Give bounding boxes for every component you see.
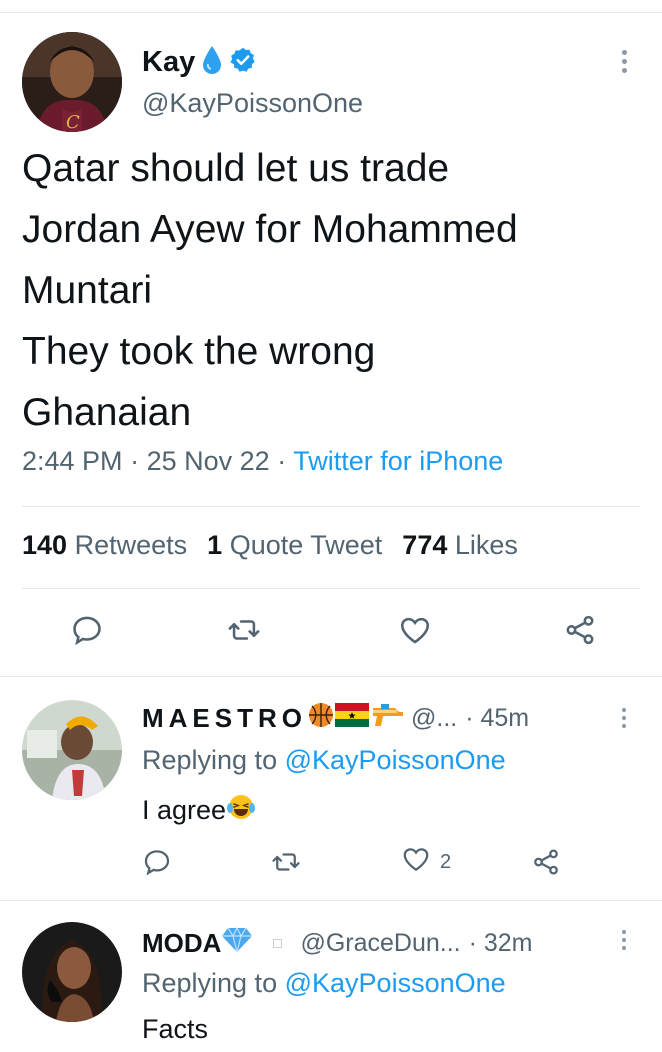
retweets-label: Retweets <box>74 530 188 560</box>
share-icon[interactable] <box>530 842 562 882</box>
meta-separator: · <box>277 446 294 476</box>
reply-header: MODA @GraceDun... · 32m <box>142 925 533 961</box>
author-name-row: Kay <box>142 42 257 82</box>
divider <box>22 588 640 589</box>
retweet-icon[interactable] <box>222 608 266 652</box>
separator <box>0 676 662 677</box>
share-icon[interactable] <box>558 608 602 652</box>
reply-header: MAESTRO @... · 45m <box>142 700 529 736</box>
reply-display-name[interactable]: MAESTRO <box>142 703 307 734</box>
water-pistol-emoji <box>371 702 405 735</box>
reply-avatar[interactable] <box>22 922 122 1022</box>
like-count: 2 <box>440 850 452 873</box>
tweet-text-line: Muntari <box>22 269 153 312</box>
tweet-date[interactable]: 25 Nov 22 <box>147 446 270 476</box>
like-icon[interactable] <box>393 608 437 652</box>
reply-handle[interactable]: @... <box>411 704 457 733</box>
tweet-actions <box>0 608 662 658</box>
divider <box>22 506 640 507</box>
replying-to-label: Replying to <box>142 745 278 775</box>
reply-text-content: Facts <box>142 1014 209 1044</box>
replying-to-mention[interactable]: @KayPoissonOne <box>285 968 506 998</box>
like-icon <box>400 844 432 880</box>
reply-actions: 2 <box>0 842 662 882</box>
reply-text-content: I agree <box>142 795 227 825</box>
basketball-emoji <box>307 701 335 736</box>
like-button[interactable]: 2 <box>400 842 451 882</box>
retweet-icon[interactable] <box>270 842 302 882</box>
likes-label: Likes <box>454 530 518 560</box>
placeholder-square-icon <box>273 938 283 948</box>
reply-handle[interactable]: @GraceDun... <box>300 929 460 958</box>
likes-stat[interactable]: 774 Likes <box>402 530 518 561</box>
replying-to: Replying to @KayPoissonOne <box>142 745 506 776</box>
meta-separator: · <box>130 446 147 476</box>
laughing-tears-emoji <box>226 792 256 829</box>
replying-to-label: Replying to <box>142 968 278 998</box>
tweet-meta: 2:44 PM · 25 Nov 22 · Twitter for iPhone <box>22 446 503 477</box>
verified-badge-icon <box>229 46 257 79</box>
likes-count: 774 <box>402 530 448 560</box>
more-icon[interactable] <box>622 930 626 950</box>
reply-avatar[interactable] <box>22 700 122 800</box>
tweet-text-line: Ghanaian <box>22 391 192 434</box>
quotes-label: Quote Tweet <box>229 530 383 560</box>
quotes-stat[interactable]: 1 Quote Tweet <box>207 530 382 561</box>
reply-text: Facts <box>142 1014 208 1045</box>
svg-text:C: C <box>66 112 80 132</box>
tweet-text-line: Qatar should let us trade <box>22 147 450 190</box>
replying-to: Replying to @KayPoissonOne <box>142 968 506 999</box>
quotes-count: 1 <box>207 530 223 560</box>
separator <box>0 900 662 901</box>
reply-icon[interactable] <box>65 608 109 652</box>
tweet-text-line: They took the wrong <box>22 330 376 373</box>
droplet-emoji <box>201 45 223 80</box>
reply-time[interactable]: · 45m <box>465 704 529 733</box>
author-handle[interactable]: @KayPoissonOne <box>142 88 363 119</box>
tweet-stats: 140 Retweets 1 Quote Tweet 774 Likes <box>22 530 538 561</box>
ghana-flag-emoji <box>335 702 369 734</box>
retweets-count: 140 <box>22 530 68 560</box>
reply-text: I agree <box>142 792 256 829</box>
gem-emoji <box>221 926 253 961</box>
replying-to-mention[interactable]: @KayPoissonOne <box>285 745 506 775</box>
more-icon[interactable] <box>622 708 626 728</box>
tweet-text: Qatar should let us trade Jordan Ayew fo… <box>22 138 652 443</box>
tweet-text-line: Jordan Ayew for Mohammed <box>22 208 518 251</box>
tweet-source[interactable]: Twitter for iPhone <box>293 446 503 476</box>
reply-display-name[interactable]: MODA <box>142 928 221 959</box>
tweet-time[interactable]: 2:44 PM <box>22 446 123 476</box>
author-avatar[interactable]: C <box>22 32 122 132</box>
reply-time[interactable]: · 32m <box>469 929 533 958</box>
retweets-stat[interactable]: 140 Retweets <box>22 530 187 561</box>
author-display-name[interactable]: Kay <box>142 46 195 79</box>
top-border <box>0 12 662 13</box>
more-icon[interactable] <box>622 50 627 73</box>
reply-icon[interactable] <box>142 842 172 882</box>
